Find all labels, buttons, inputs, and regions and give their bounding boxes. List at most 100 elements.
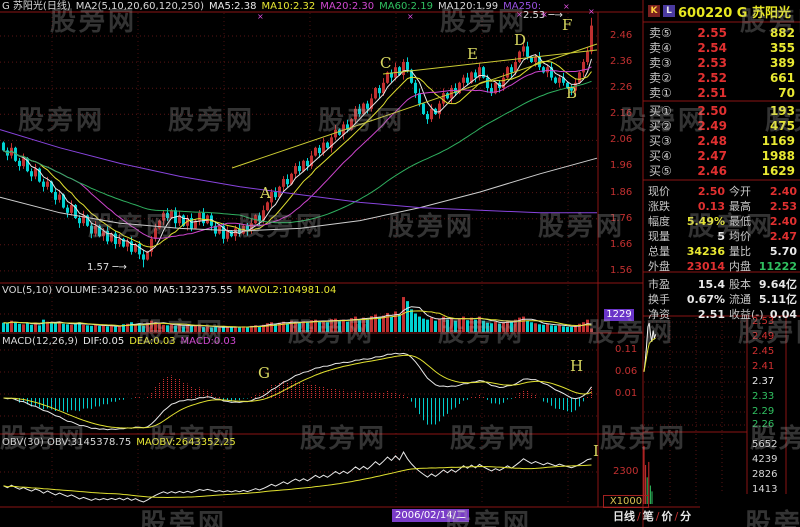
volume-bar — [530, 322, 533, 332]
candle-body — [298, 166, 301, 172]
candle-body — [274, 192, 277, 198]
volume-bar — [486, 322, 489, 332]
volume-bar — [22, 324, 25, 332]
candle-body — [354, 108, 357, 120]
candle-body — [142, 254, 145, 260]
volume-bar — [534, 323, 537, 332]
info-label: 外盘 — [648, 260, 670, 273]
price-axis-label: 1.56 — [610, 265, 633, 276]
sell-price: 2.53 — [697, 56, 727, 70]
info-value: 2.47 — [769, 230, 797, 243]
candle-body — [486, 77, 489, 88]
volume-bar — [526, 320, 529, 332]
candle-body — [378, 88, 381, 94]
volume-bar — [270, 322, 273, 332]
volume-bar — [458, 318, 461, 332]
sell-row[interactable]: 卖② 2.52 661 — [643, 71, 800, 86]
volume-bar — [426, 319, 429, 332]
price-axis-label: 1.96 — [610, 160, 633, 171]
volume-bar — [582, 322, 585, 332]
volume-bar — [214, 326, 217, 332]
candle-body — [366, 103, 369, 109]
quote-info-row: 幅度 5.49% 最低 2.40 — [643, 214, 800, 229]
volume-bar — [54, 323, 57, 332]
info-label: 涨跌 — [648, 200, 670, 213]
sell-row[interactable]: 卖① 2.51 70 — [643, 86, 800, 101]
candle-body — [326, 142, 329, 148]
info-label: 幅度 — [648, 215, 670, 228]
volume-bar — [450, 317, 453, 332]
volume-bar — [98, 326, 101, 332]
low-price-annotation: 1.57 ─→ — [87, 262, 127, 273]
volume-bar — [110, 325, 113, 332]
info-value: 2.50 — [697, 185, 725, 198]
sell-row[interactable]: 卖⑤ 2.55 882 — [643, 26, 800, 41]
event-marker-icon: × — [541, 10, 548, 19]
buy-row[interactable]: 买② 2.49 475 — [643, 119, 800, 134]
info-label: 净资 — [648, 308, 670, 321]
volume-bar — [566, 326, 569, 332]
header-segment: DEA:0.03 — [129, 336, 176, 347]
tab-1[interactable]: 笔 — [641, 510, 656, 523]
sell-price: 2.54 — [697, 41, 727, 55]
level-icon[interactable]: L — [663, 5, 675, 17]
buy-row[interactable]: 买⑤ 2.46 1629 — [643, 164, 800, 179]
obv-panel-header: OBV(30) OBV:3145378.75 MAOBV:2643352.25 — [2, 437, 241, 448]
info-label: 股本 — [729, 278, 751, 291]
buy-row[interactable]: 买④ 2.47 1988 — [643, 149, 800, 164]
header-segment: MACD(12,26,9) — [2, 336, 78, 347]
volume-bar — [14, 322, 17, 332]
sell-volume: 70 — [778, 86, 795, 100]
tab-3[interactable]: 分 — [678, 510, 693, 523]
sell-price: 2.52 — [697, 71, 727, 85]
candle-body — [374, 88, 377, 99]
volume-bar — [406, 301, 409, 332]
event-marker-icon: × — [257, 12, 264, 21]
tab-daily[interactable]: 日线 — [611, 510, 637, 523]
candle-body — [414, 82, 417, 94]
info-value: 0.13 — [697, 200, 725, 213]
candle-body — [422, 103, 425, 114]
buy-row[interactable]: 买③ 2.48 1169 — [643, 134, 800, 149]
candle-body — [70, 205, 73, 213]
candle-body — [442, 93, 445, 104]
candle-body — [586, 51, 589, 62]
volume-bar — [498, 323, 501, 332]
volume-bar — [562, 326, 565, 332]
sell-label: 卖⑤ — [649, 26, 672, 40]
sell-row[interactable]: 卖④ 2.54 355 — [643, 41, 800, 56]
candle-body — [42, 181, 45, 187]
info-value: 5.70 — [769, 245, 797, 258]
sell-row[interactable]: 卖③ 2.53 389 — [643, 56, 800, 71]
info-label: 最低 — [729, 215, 751, 228]
volume-bar — [182, 326, 185, 332]
candle-body — [2, 142, 5, 151]
candle-body — [510, 67, 513, 73]
volume-bar — [202, 327, 205, 332]
volume-bar — [166, 325, 169, 332]
info-icon[interactable]: K — [648, 5, 660, 17]
buy-volume: 193 — [769, 104, 795, 118]
ma250-line — [0, 129, 597, 214]
candle-body — [166, 212, 169, 218]
buy-row[interactable]: 买① 2.50 193 — [643, 104, 800, 119]
volume-bar — [130, 322, 133, 332]
sell-volume: 661 — [769, 71, 795, 85]
tab-2[interactable]: 价 — [659, 510, 674, 523]
info-label: 流通 — [729, 293, 751, 306]
info-value: 2.40 — [769, 185, 797, 198]
obv-axis-label: 2300 — [613, 466, 639, 477]
price-axis-label: 2.26 — [610, 82, 633, 93]
candle-body — [554, 77, 557, 83]
candle-body — [518, 51, 521, 62]
event-marker-icon: × — [516, 10, 523, 19]
candle-body — [558, 77, 561, 83]
main-chart-header: G 苏阳光(日线) MA2(5,10,20,60,120,250) MA5:2.38… — [2, 1, 546, 12]
info-label: 均价 — [729, 230, 751, 243]
intraday-price-label: 2.41 — [752, 361, 775, 372]
volume-bar — [414, 313, 417, 332]
volume-bar — [162, 324, 165, 332]
volume-bar — [134, 324, 137, 332]
volume-bar — [538, 324, 541, 332]
volume-bar — [358, 320, 361, 332]
